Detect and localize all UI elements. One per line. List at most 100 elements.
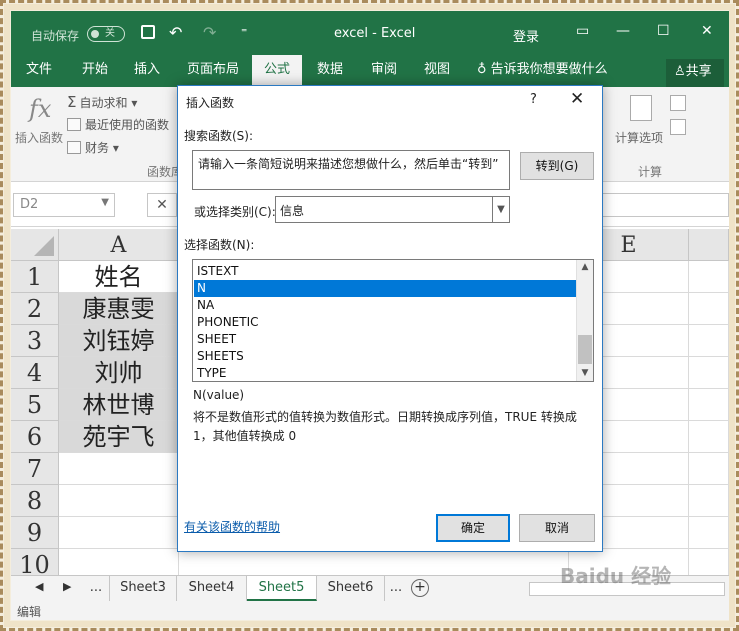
tab-page-layout[interactable]: 页面布局 <box>183 55 243 87</box>
grid-cell[interactable] <box>689 325 729 357</box>
function-list-item[interactable]: ISTEXT <box>194 263 576 280</box>
autosum-label: 自动求和 <box>79 96 128 110</box>
customize-toolbar-icon[interactable]: ⁼ <box>241 25 247 39</box>
tab-data[interactable]: 数据 <box>310 55 350 87</box>
cell-a[interactable]: 林世博 <box>59 389 179 421</box>
category-select[interactable]: 信息 ▼ <box>275 196 510 223</box>
autosum-button[interactable]: Σ 自动求和 ▾ <box>67 93 137 111</box>
tell-me-search[interactable]: ♁ 告诉我你想要做什么 <box>477 55 608 85</box>
tab-insert[interactable]: 插入 <box>127 55 167 87</box>
function-list[interactable]: ISTEXT N NA PHONETIC SHEET SHEETS TYPE ▲ ▼ <box>192 259 594 382</box>
financial-functions-button[interactable]: 财务 ▾ <box>67 139 119 156</box>
tab-view[interactable]: 视图 <box>417 55 457 87</box>
redo-icon[interactable]: ↷ <box>203 23 216 42</box>
cancel-button[interactable]: 取消 <box>519 514 595 542</box>
row-header[interactable]: 4 <box>11 357 59 389</box>
function-list-item[interactable]: NA <box>194 297 576 314</box>
tab-review[interactable]: 审阅 <box>364 55 404 87</box>
autosave-toggle[interactable]: 关 <box>87 26 125 42</box>
chevron-down-icon[interactable]: ▼ <box>492 197 509 222</box>
grid-cell[interactable] <box>689 453 729 485</box>
add-sheet-button[interactable]: + <box>411 579 429 597</box>
go-button[interactable]: 转到(G) <box>520 152 594 180</box>
sheet-tab-sheet6[interactable]: Sheet6 <box>317 576 385 601</box>
ribbon-display-icon[interactable]: ▭ <box>576 23 589 39</box>
undo-icon[interactable]: ↶ <box>169 23 182 42</box>
row-header[interactable]: 1 <box>11 261 59 293</box>
scroll-thumb[interactable] <box>578 335 592 364</box>
cell-a[interactable]: 姓名 <box>59 261 179 293</box>
maximize-icon[interactable]: ☐ <box>657 23 670 39</box>
calc-options-label[interactable]: 计算选项 <box>615 129 663 146</box>
search-function-input[interactable]: 请输入一条简短说明来描述您想做什么，然后单击“转到” <box>192 150 510 190</box>
cancel-entry-icon[interactable]: ✕ <box>147 193 177 217</box>
login-link[interactable]: 登录 <box>513 26 539 45</box>
grid-cell[interactable] <box>179 549 569 575</box>
cell-a[interactable]: 刘帅 <box>59 357 179 389</box>
chevron-down-icon[interactable]: ▼ <box>101 197 109 208</box>
sheet-tab-sheet4[interactable]: Sheet4 <box>177 576 247 601</box>
row-header[interactable]: 9 <box>11 517 59 549</box>
function-list-item[interactable]: SHEETS <box>194 348 576 365</box>
cell-a[interactable]: 康惠雯 <box>59 293 179 325</box>
recent-functions-button[interactable]: 最近使用的函数 <box>67 116 169 133</box>
function-list-item[interactable]: SHEET <box>194 331 576 348</box>
finance-icon <box>67 141 81 154</box>
function-list-item[interactable]: PHONETIC <box>194 314 576 331</box>
select-all-corner[interactable] <box>11 229 59 261</box>
cell-a[interactable] <box>59 549 179 575</box>
column-header-f[interactable] <box>689 229 729 261</box>
tab-formulas[interactable]: 公式 <box>252 55 302 87</box>
tab-file[interactable]: 文件 <box>17 55 61 87</box>
row-header[interactable]: 10 <box>11 549 59 575</box>
row-header[interactable]: 3 <box>11 325 59 357</box>
row-header[interactable]: 7 <box>11 453 59 485</box>
scroll-up-icon[interactable]: ▲ <box>577 260 593 274</box>
row-header[interactable]: 6 <box>11 421 59 453</box>
grid-cell[interactable] <box>689 421 729 453</box>
row-header[interactable]: 5 <box>11 389 59 421</box>
cell-a[interactable] <box>59 485 179 517</box>
grid-cell[interactable] <box>689 517 729 549</box>
grid-cell[interactable] <box>689 261 729 293</box>
calculate-sheet-icon[interactable] <box>670 119 686 135</box>
list-scrollbar[interactable]: ▲ ▼ <box>576 260 593 381</box>
autosave-label: 自动保存 <box>31 29 80 43</box>
minimize-icon[interactable]: — <box>616 23 630 39</box>
function-list-item[interactable]: TYPE <box>194 365 576 381</box>
formula-input[interactable] <box>601 193 729 217</box>
column-header-a[interactable]: A <box>59 229 179 261</box>
grid-cell[interactable] <box>689 485 729 517</box>
ok-button[interactable]: 确定 <box>436 514 510 542</box>
sheet-more-right[interactable]: ... <box>385 576 407 601</box>
share-button[interactable]: ♙共享 <box>666 59 724 87</box>
grid-cell[interactable] <box>689 357 729 389</box>
grid-cell[interactable] <box>689 549 729 575</box>
name-box[interactable]: D2 ▼ <box>13 193 115 217</box>
close-icon[interactable]: ✕ <box>701 23 713 39</box>
calculate-now-icon[interactable] <box>670 95 686 111</box>
dialog-close-icon[interactable]: ✕ <box>570 89 584 109</box>
cell-a[interactable]: 苑宇飞 <box>59 421 179 453</box>
insert-function-label[interactable]: 插入函数 <box>15 129 63 146</box>
tab-home[interactable]: 开始 <box>75 55 115 87</box>
function-list-item[interactable]: N <box>194 280 576 297</box>
cell-a[interactable] <box>59 453 179 485</box>
grid-cell[interactable] <box>689 389 729 421</box>
next-sheet-icon[interactable]: ▶ <box>63 580 71 593</box>
help-icon[interactable]: ? <box>530 92 537 107</box>
sheet-tab-sheet5[interactable]: Sheet5 <box>247 576 317 601</box>
sheet-tab-sheet3[interactable]: Sheet3 <box>109 576 177 601</box>
cell-a[interactable] <box>59 517 179 549</box>
grid-cell[interactable] <box>689 293 729 325</box>
row-header[interactable]: 2 <box>11 293 59 325</box>
sheet-more-left[interactable]: ... <box>83 576 109 601</box>
scroll-down-icon[interactable]: ▼ <box>577 366 593 380</box>
save-icon[interactable] <box>141 25 155 39</box>
prev-sheet-icon[interactable]: ◀ <box>35 580 43 593</box>
function-help-link[interactable]: 有关该函数的帮助 <box>184 518 280 535</box>
calc-options-icon[interactable] <box>630 95 652 121</box>
row-header[interactable]: 8 <box>11 485 59 517</box>
cell-a[interactable]: 刘钰婷 <box>59 325 179 357</box>
insert-function-icon[interactable]: fx <box>29 95 51 123</box>
